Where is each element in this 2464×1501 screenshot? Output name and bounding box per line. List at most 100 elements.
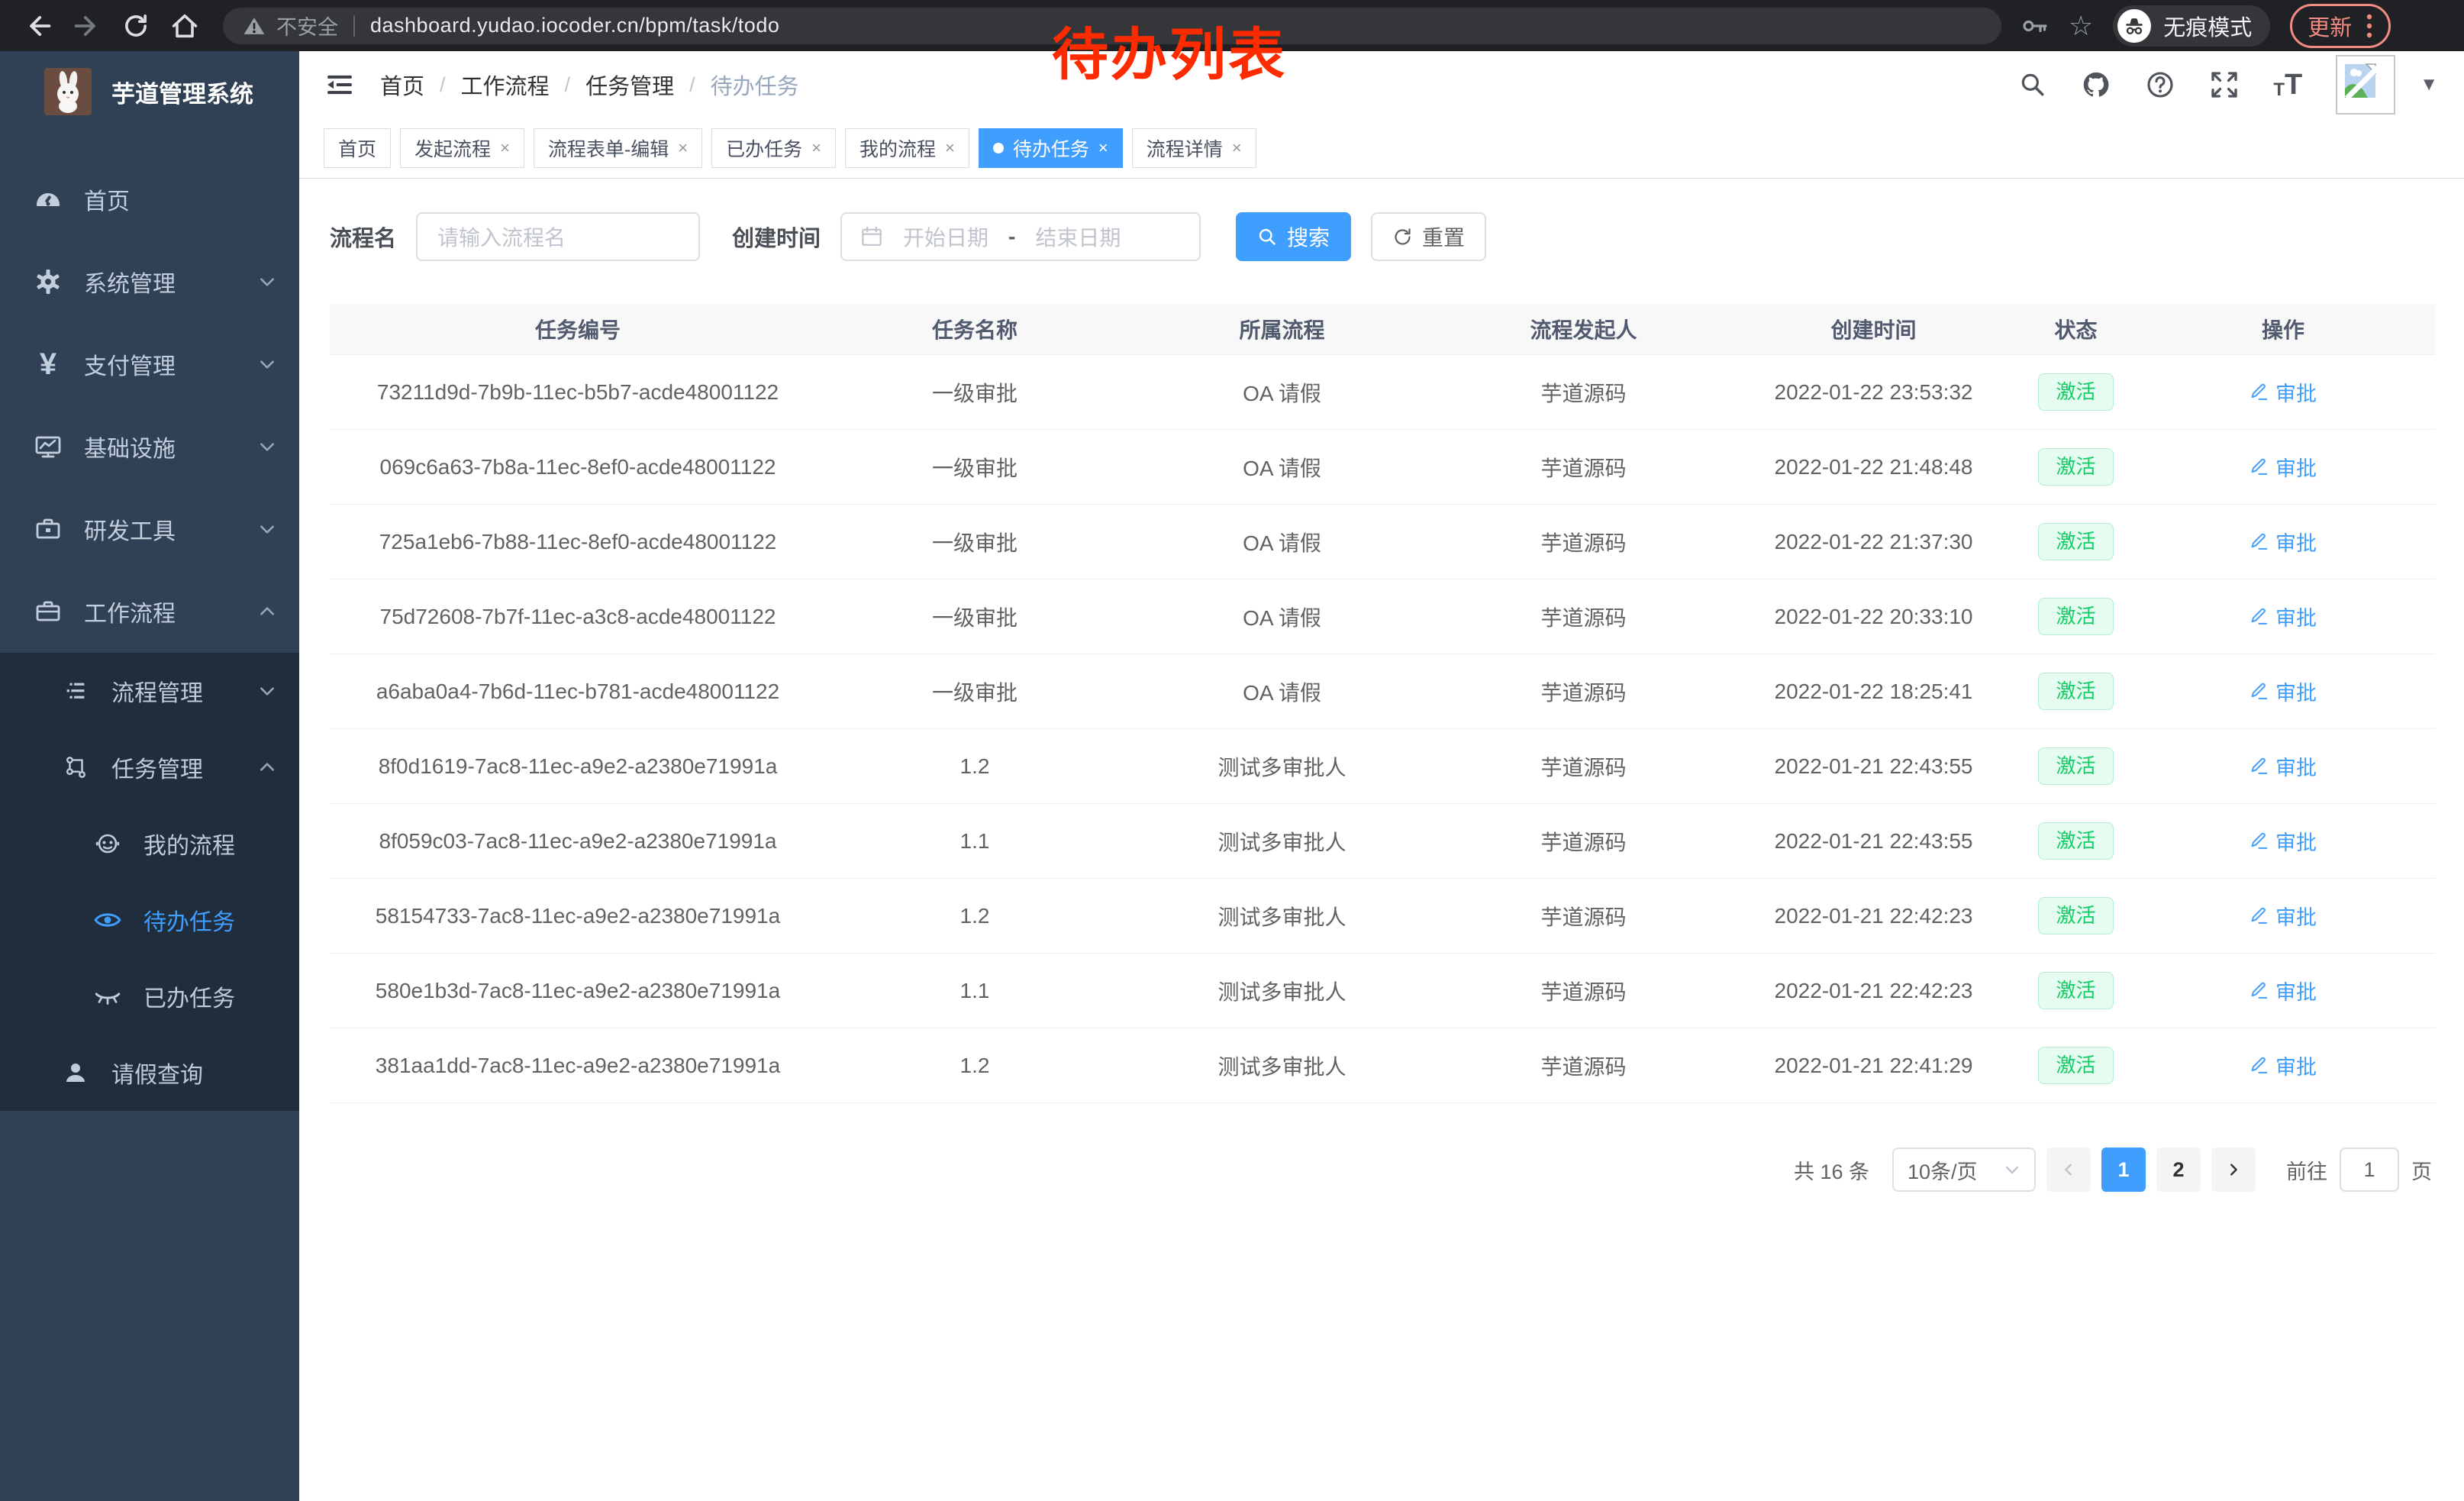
- breadcrumb-workflow[interactable]: 工作流程: [461, 69, 550, 101]
- tree-icon: [61, 753, 90, 782]
- user-icon: [61, 1058, 90, 1087]
- browser-back-button[interactable]: [17, 5, 60, 47]
- tag-tab-form-edit[interactable]: 流程表单-编辑×: [534, 128, 702, 168]
- browser-reload-button[interactable]: [114, 5, 157, 47]
- sidebar-item-my-process[interactable]: 我的流程: [0, 805, 299, 882]
- close-icon[interactable]: ×: [500, 138, 510, 158]
- sidebar-collapse-button[interactable]: [325, 70, 354, 99]
- cell-initiator: 芋道源码: [1440, 505, 1727, 579]
- cell-created: 2022-01-22 21:37:30: [1727, 505, 2021, 579]
- tag-tab-done-tasks[interactable]: 已办任务×: [711, 128, 836, 168]
- cell-status: 激活: [2021, 579, 2131, 654]
- help-icon[interactable]: [2145, 69, 2175, 100]
- approve-label: 审批: [2275, 1051, 2317, 1080]
- tag-tab-process-detail[interactable]: 流程详情×: [1132, 128, 1256, 168]
- sidebar-item-process-management[interactable]: 流程管理: [0, 653, 299, 729]
- bookmark-star-icon[interactable]: ☆: [2069, 12, 2093, 40]
- sidebar-item-dev-tools[interactable]: 研发工具: [0, 488, 299, 570]
- sidebar-item-done-tasks[interactable]: 已办任务: [0, 958, 299, 1035]
- app-logo-row[interactable]: 芋道管理系统: [0, 51, 299, 132]
- cell-action: 审批: [2131, 654, 2435, 729]
- approve-label: 审批: [2275, 751, 2317, 781]
- chevron-up-icon: [258, 758, 276, 776]
- cell-status: 激活: [2021, 430, 2131, 505]
- sidebar-item-workflow[interactable]: 工作流程: [0, 570, 299, 653]
- address-bar[interactable]: 不安全 dashboard.yudao.iocoder.cn/bpm/task/…: [223, 8, 2001, 44]
- tag-tab-todo-tasks[interactable]: 待办任务×: [979, 128, 1123, 168]
- next-page-button[interactable]: [2211, 1148, 2256, 1192]
- close-icon[interactable]: ×: [811, 138, 821, 158]
- cell-process: 测试多审批人: [1124, 879, 1440, 954]
- incognito-label: 无痕模式: [2163, 10, 2252, 42]
- process-name-input[interactable]: 请输入流程名: [416, 212, 700, 261]
- approve-link[interactable]: 审批: [2250, 377, 2317, 407]
- sidebar-item-payment[interactable]: ¥ 支付管理: [0, 323, 299, 405]
- approve-link[interactable]: 审批: [2250, 452, 2317, 482]
- search-icon[interactable]: [2018, 70, 2047, 99]
- date-range-input[interactable]: 开始日期 - 结束日期: [840, 212, 1201, 261]
- start-date-placeholder: 开始日期: [903, 221, 989, 252]
- sidebar-item-task-management[interactable]: 任务管理: [0, 729, 299, 805]
- cell-status: 激活: [2021, 879, 2131, 954]
- font-size-icon[interactable]: TT: [2273, 70, 2302, 99]
- avatar[interactable]: [2336, 55, 2395, 115]
- calendar-icon: [860, 225, 883, 248]
- sidebar-item-label: 任务管理: [111, 750, 203, 784]
- approve-link[interactable]: 审批: [2250, 602, 2317, 631]
- avatar-dropdown-caret[interactable]: ▼: [2420, 74, 2438, 95]
- refresh-icon: [1392, 227, 1413, 247]
- page-button-2[interactable]: 2: [2156, 1148, 2201, 1192]
- security-label[interactable]: 不安全: [276, 11, 338, 40]
- github-icon[interactable]: [2081, 69, 2111, 100]
- cell-action: 审批: [2131, 1028, 2435, 1103]
- sidebar-item-home[interactable]: 首页: [0, 158, 299, 240]
- password-key-icon[interactable]: [2021, 12, 2049, 40]
- approve-link[interactable]: 审批: [2250, 826, 2317, 856]
- browser-home-button[interactable]: [163, 5, 206, 47]
- breadcrumb-task-management[interactable]: 任务管理: [585, 69, 674, 101]
- tag-tab-start-process[interactable]: 发起流程×: [400, 128, 524, 168]
- not-secure-warning-icon: [243, 15, 266, 37]
- search-button[interactable]: 搜索: [1236, 212, 1351, 261]
- goto-page-input[interactable]: 1: [2340, 1148, 2399, 1192]
- sidebar-item-system[interactable]: 系统管理: [0, 240, 299, 323]
- goto-group: 前往 1 页: [2286, 1148, 2432, 1192]
- table-row: 75d72608-7b7f-11ec-a3c8-acde48001122 一级审…: [330, 579, 2435, 654]
- tag-tab-my-process[interactable]: 我的流程×: [845, 128, 969, 168]
- approve-link[interactable]: 审批: [2250, 901, 2317, 931]
- prev-page-button[interactable]: [2046, 1148, 2091, 1192]
- close-icon[interactable]: ×: [1232, 138, 1242, 158]
- approve-link[interactable]: 审批: [2250, 1051, 2317, 1080]
- tag-tab-home[interactable]: 首页: [324, 128, 391, 168]
- cell-status: 激活: [2021, 505, 2131, 579]
- close-icon[interactable]: ×: [945, 138, 955, 158]
- kebab-menu-icon[interactable]: [2366, 13, 2373, 39]
- cell-status: 激活: [2021, 1028, 2131, 1103]
- page-url[interactable]: dashboard.yudao.iocoder.cn/bpm/task/todo: [370, 14, 779, 37]
- approve-link[interactable]: 审批: [2250, 527, 2317, 557]
- fullscreen-icon[interactable]: [2209, 69, 2240, 100]
- reset-button[interactable]: 重置: [1371, 212, 1486, 261]
- cell-process: OA 请假: [1124, 579, 1440, 654]
- tab-label: 首页: [338, 134, 376, 162]
- approve-link[interactable]: 审批: [2250, 976, 2317, 1006]
- page-size-select[interactable]: 10条/页: [1892, 1148, 2036, 1192]
- close-icon[interactable]: ×: [1098, 138, 1108, 158]
- eye-icon: [93, 905, 122, 934]
- breadcrumb-home[interactable]: 首页: [380, 69, 424, 101]
- approve-link[interactable]: 审批: [2250, 751, 2317, 781]
- page-button-1[interactable]: 1: [2101, 1148, 2146, 1192]
- sidebar-item-infrastructure[interactable]: 基础设施: [0, 405, 299, 488]
- screen: 不安全 dashboard.yudao.iocoder.cn/bpm/task/…: [0, 0, 2464, 1501]
- cell-task-id: 725a1eb6-7b88-11ec-8ef0-acde48001122: [330, 505, 826, 579]
- sidebar-item-label: 工作流程: [84, 595, 176, 628]
- cell-action: 审批: [2131, 579, 2435, 654]
- browser-update-button[interactable]: 更新: [2290, 4, 2391, 48]
- browser-forward-button[interactable]: [66, 5, 108, 47]
- close-icon[interactable]: ×: [678, 138, 688, 158]
- approve-link[interactable]: 审批: [2250, 676, 2317, 706]
- sidebar-item-todo-tasks[interactable]: 待办任务: [0, 882, 299, 958]
- approve-label: 审批: [2275, 901, 2317, 931]
- hamburger-icon: [325, 70, 354, 99]
- sidebar-item-leave-query[interactable]: 请假查询: [0, 1035, 299, 1111]
